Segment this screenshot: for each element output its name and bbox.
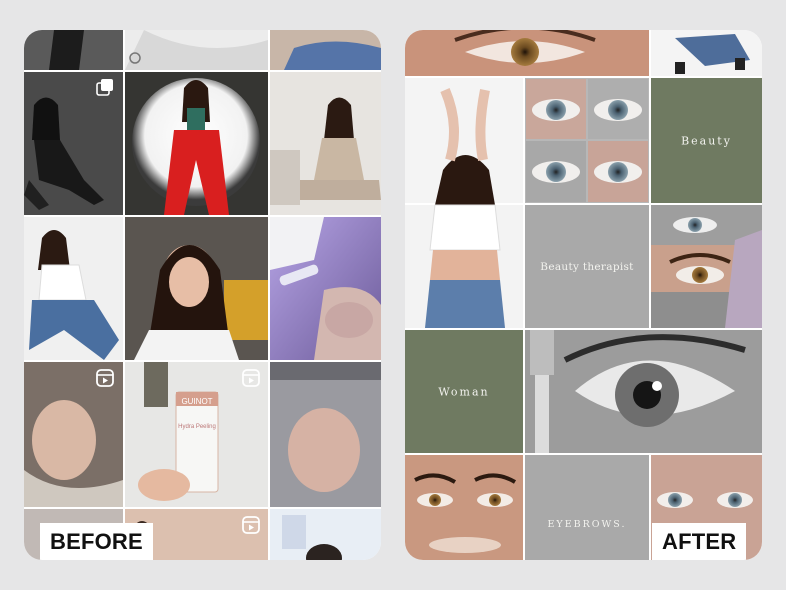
before-grid-photos: GUINOT Hydra Peeling [24,30,381,560]
reel-icon [242,369,260,387]
woman-tile-text: Woman [438,385,490,398]
woman-tile: Woman [405,330,523,453]
after-grid-panel: Beauty Beauty therapist Woman EYEBROWS. … [405,30,762,560]
reel-icon [242,516,260,534]
eyebrows-tile-text: EYEBROWS. [547,519,627,530]
before-label: BEFORE [40,523,153,560]
product-name: Hydra Peeling [178,424,216,430]
reel-icon [96,369,114,387]
beauty-therapist-tile: Beauty therapist [525,205,649,328]
before-grid-panel: GUINOT Hydra Peeling BEFORE [24,30,381,560]
beauty-therapist-tile-text: Beauty therapist [540,260,634,273]
eyebrows-tile: EYEBROWS. [525,455,649,560]
multiple-photos-icon [96,78,114,96]
beauty-tile-text: Beauty [681,134,732,147]
beauty-tile: Beauty [651,78,762,203]
product-brand: GUINOT [181,397,212,406]
after-label: AFTER [652,523,747,560]
